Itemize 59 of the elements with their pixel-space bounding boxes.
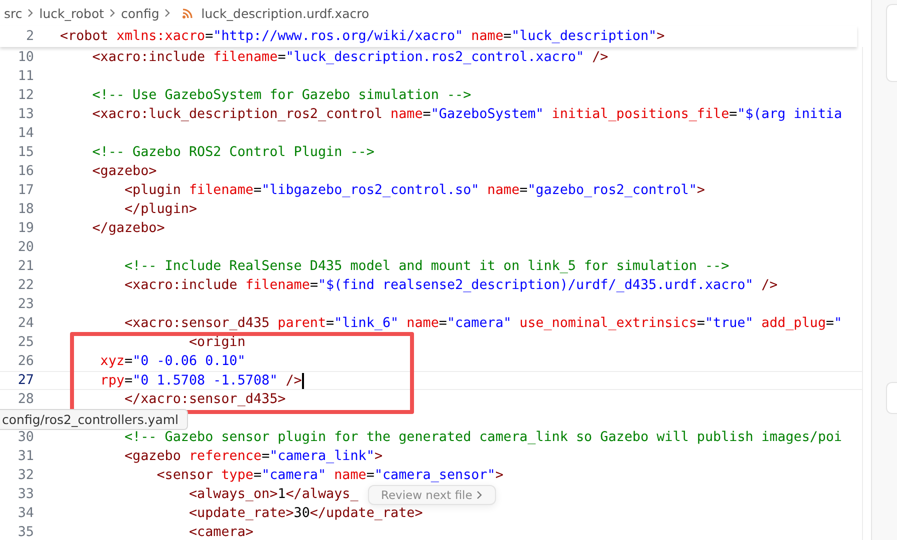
code-line: <plugin filename="libgazebo_ros2_control.so" name="gazebo_ros2_control"> bbox=[123, 183, 705, 198]
breadcrumb-item[interactable]: luck_description.urdf.xacro bbox=[201, 6, 370, 20]
line-number: 23 bbox=[16, 297, 34, 312]
line-number: 12 bbox=[16, 88, 34, 103]
line-number: 34 bbox=[16, 506, 34, 521]
code-line: <xacro:sensor_d435 parent="link_6" name="camera" use_nominal_extrinsics="true" add_plug=" bbox=[123, 316, 842, 331]
line-number: 33 bbox=[16, 487, 34, 502]
breadcrumb-item[interactable]: luck_robot bbox=[39, 6, 104, 20]
code-line: </gazebo> bbox=[91, 221, 165, 236]
chevron-icon bbox=[27, 8, 34, 18]
chevron-icon bbox=[109, 8, 116, 18]
code-line: <gazebo reference="camera_link"> bbox=[123, 449, 382, 464]
line-number: 25 bbox=[16, 335, 34, 350]
code-line: <!-- Gazebo sensor plugin for the generated camera_link so Gazebo will publish images/poi bbox=[123, 430, 842, 445]
code-line: <origin bbox=[188, 335, 246, 350]
line-number: 30 bbox=[16, 430, 34, 445]
code-line: rpy="0 1.5708 -1.5708" /> bbox=[99, 372, 304, 388]
text-cursor bbox=[302, 372, 304, 388]
line-number: 15 bbox=[16, 145, 34, 160]
line-number: 18 bbox=[16, 202, 34, 217]
code-line: <gazebo> bbox=[91, 164, 157, 179]
line-number: 10 bbox=[16, 50, 34, 65]
code-line: <!-- Include RealSense D435 model and mount it on link_5 for simulation --> bbox=[123, 259, 730, 274]
code-line: <xacro:include filename="luck_description.ros2_control.xacro" /> bbox=[91, 50, 608, 65]
breadcrumb-item[interactable]: src bbox=[4, 6, 22, 20]
code-line: <!-- Use GazeboSystem for Gazebo simulation --> bbox=[91, 88, 472, 103]
line-number: 16 bbox=[16, 164, 34, 179]
line-number: 31 bbox=[16, 449, 34, 464]
line-number: 17 bbox=[16, 183, 34, 198]
breadcrumb-item[interactable]: config bbox=[121, 6, 160, 20]
line-number: 19 bbox=[16, 221, 34, 236]
code-line: <xacro:include filename="$(find realsense2_description)/urdf/_d435.urdf.xacro" /> bbox=[123, 278, 778, 293]
line-number: 35 bbox=[16, 525, 34, 540]
line-number: 27 bbox=[16, 373, 34, 388]
line-number: 26 bbox=[16, 354, 34, 369]
code-line: <xacro:luck_description_ros2_control name="GazeboSystem" initial_positions_file="$(arg initia bbox=[91, 107, 842, 122]
code-line: xyz="0 -0.06 0.10" bbox=[99, 354, 246, 369]
line-number: 28 bbox=[16, 392, 34, 407]
path-tooltip: config/ros2_controllers.yaml bbox=[0, 409, 188, 430]
line-number: 2 bbox=[24, 29, 34, 44]
line-number: 14 bbox=[16, 126, 34, 141]
line-number: 24 bbox=[16, 316, 34, 331]
code-line: <sensor type="camera" name="camera_sensor"> bbox=[156, 468, 504, 483]
code-line: <camera> bbox=[188, 525, 254, 540]
code-line: </xacro:sensor_d435> bbox=[123, 392, 286, 407]
line-number: 13 bbox=[16, 107, 34, 122]
line-number: 21 bbox=[16, 259, 34, 274]
line-number: 11 bbox=[16, 69, 34, 84]
line-number: 32 bbox=[16, 468, 34, 483]
rss-icon bbox=[182, 8, 194, 18]
code-line: <update_rate>30</update_rate> bbox=[188, 506, 423, 521]
line-number: 22 bbox=[16, 278, 34, 293]
code-line: </plugin> bbox=[123, 202, 198, 217]
code-line: <!-- Gazebo ROS2 Control Plugin --> bbox=[91, 145, 374, 160]
code-line: <always_on>1</always_ bbox=[188, 487, 358, 502]
code-line: <robot xmlns:xacro="http://www.ros.org/wiki/xacro" name="luck_description"> bbox=[60, 29, 665, 44]
line-number: 20 bbox=[16, 240, 34, 255]
chevron-icon bbox=[476, 490, 484, 500]
chevron-icon bbox=[164, 8, 172, 18]
